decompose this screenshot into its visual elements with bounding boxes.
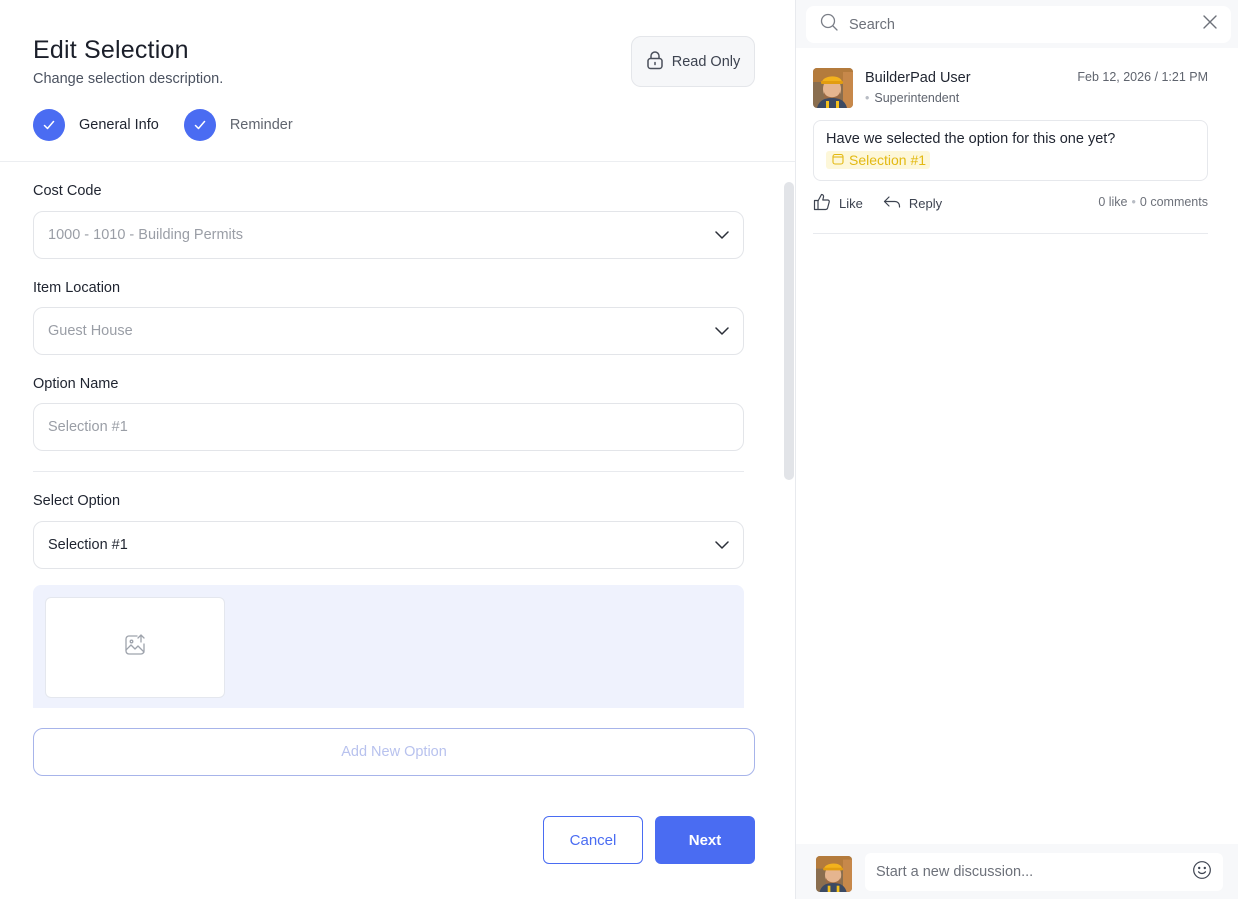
option-name-input[interactable]: Selection #1 — [33, 403, 744, 451]
selection-tag-icon — [832, 152, 844, 168]
check-icon — [33, 109, 65, 141]
discussion-feed: BuilderPad User • Superintendent Feb 12, … — [796, 48, 1238, 844]
chevron-down-icon — [715, 323, 729, 339]
option-name-label: Option Name — [33, 376, 119, 392]
avatar[interactable] — [813, 68, 853, 108]
read-only-label: Read Only — [671, 53, 741, 70]
post-actions: Like Reply 0 like • 0 comments — [813, 193, 1208, 213]
item-location-value: Guest House — [48, 323, 133, 339]
post-counts: 0 like • 0 comments — [1098, 195, 1208, 209]
avatar — [816, 856, 852, 892]
cost-code-label: Cost Code — [33, 183, 102, 199]
image-upload-icon — [123, 633, 147, 662]
lock-icon — [646, 50, 664, 74]
step-reminder[interactable]: Reminder — [183, 109, 293, 141]
reply-icon — [883, 195, 901, 212]
discussion-panel: Search BuilderPad User • Superintendent … — [796, 0, 1238, 899]
option-name-value: Selection #1 — [48, 419, 128, 435]
read-only-button[interactable]: Read Only — [631, 36, 755, 87]
page-subtitle: Change selection description. — [33, 71, 224, 87]
add-new-option-button[interactable]: Add New Option — [33, 728, 755, 776]
search-input[interactable]: Search — [849, 17, 1203, 33]
post-author-role: • Superintendent — [865, 91, 960, 105]
comment-count: 0 comments — [1139, 195, 1208, 209]
option-image-area — [33, 585, 744, 708]
chevron-down-icon — [715, 227, 729, 243]
cancel-button[interactable]: Cancel — [543, 816, 643, 864]
post-divider — [813, 233, 1208, 234]
step-label: General Info — [79, 117, 159, 133]
post-message: Have we selected the option for this one… — [826, 131, 1116, 147]
section-divider — [33, 471, 744, 472]
new-discussion-input[interactable]: Start a new discussion... — [865, 853, 1223, 891]
discussion-composer: Start a new discussion... — [796, 844, 1238, 899]
reply-label: Reply — [908, 195, 943, 211]
post-timestamp: Feb 12, 2026 / 1:21 PM — [1077, 70, 1208, 84]
scrollbar[interactable] — [784, 182, 794, 480]
reply-button[interactable]: Reply — [883, 195, 942, 212]
like-label: Like — [839, 195, 863, 211]
new-discussion-placeholder: Start a new discussion... — [876, 864, 1034, 880]
close-icon[interactable] — [1203, 15, 1217, 34]
check-icon — [183, 109, 216, 141]
step-label: Reminder — [229, 117, 293, 133]
search-bar[interactable]: Search — [806, 6, 1231, 43]
like-button[interactable]: Like — [813, 193, 863, 214]
post-author: BuilderPad User — [865, 70, 971, 86]
step-general-info[interactable]: General Info — [33, 109, 159, 141]
search-icon — [820, 13, 838, 36]
selection-tag-label: Selection #1 — [849, 152, 927, 168]
cost-code-value: 1000 - 1010 - Building Permits — [48, 227, 244, 243]
stepper: General Info Reminder — [33, 109, 318, 141]
selection-tag[interactable]: Selection #1 — [826, 151, 931, 169]
item-location-select[interactable]: Guest House — [33, 307, 744, 355]
post-message-box: Have we selected the option for this one… — [813, 120, 1208, 181]
emoji-icon[interactable] — [1192, 860, 1212, 884]
page-title: Edit Selection — [33, 36, 189, 64]
select-option-select[interactable]: Selection #1 — [33, 521, 744, 569]
discussion-post: BuilderPad User • Superintendent Feb 12, … — [813, 68, 1208, 234]
thumbs-up-icon — [813, 193, 831, 214]
like-count: 0 like — [1098, 195, 1128, 209]
header-divider — [0, 161, 795, 162]
select-option-value: Selection #1 — [48, 537, 128, 553]
next-button[interactable]: Next — [655, 816, 755, 864]
image-upload-tile[interactable] — [45, 597, 225, 698]
form-header: Edit Selection Change selection descript… — [33, 36, 223, 87]
edit-selection-panel: Edit Selection Change selection descript… — [0, 0, 795, 899]
chevron-down-icon — [715, 537, 729, 553]
item-location-label: Item Location — [33, 280, 121, 296]
select-option-label: Select Option — [33, 493, 121, 509]
cost-code-select[interactable]: 1000 - 1010 - Building Permits — [33, 211, 744, 259]
post-header: BuilderPad User • Superintendent Feb 12, … — [813, 68, 1208, 108]
